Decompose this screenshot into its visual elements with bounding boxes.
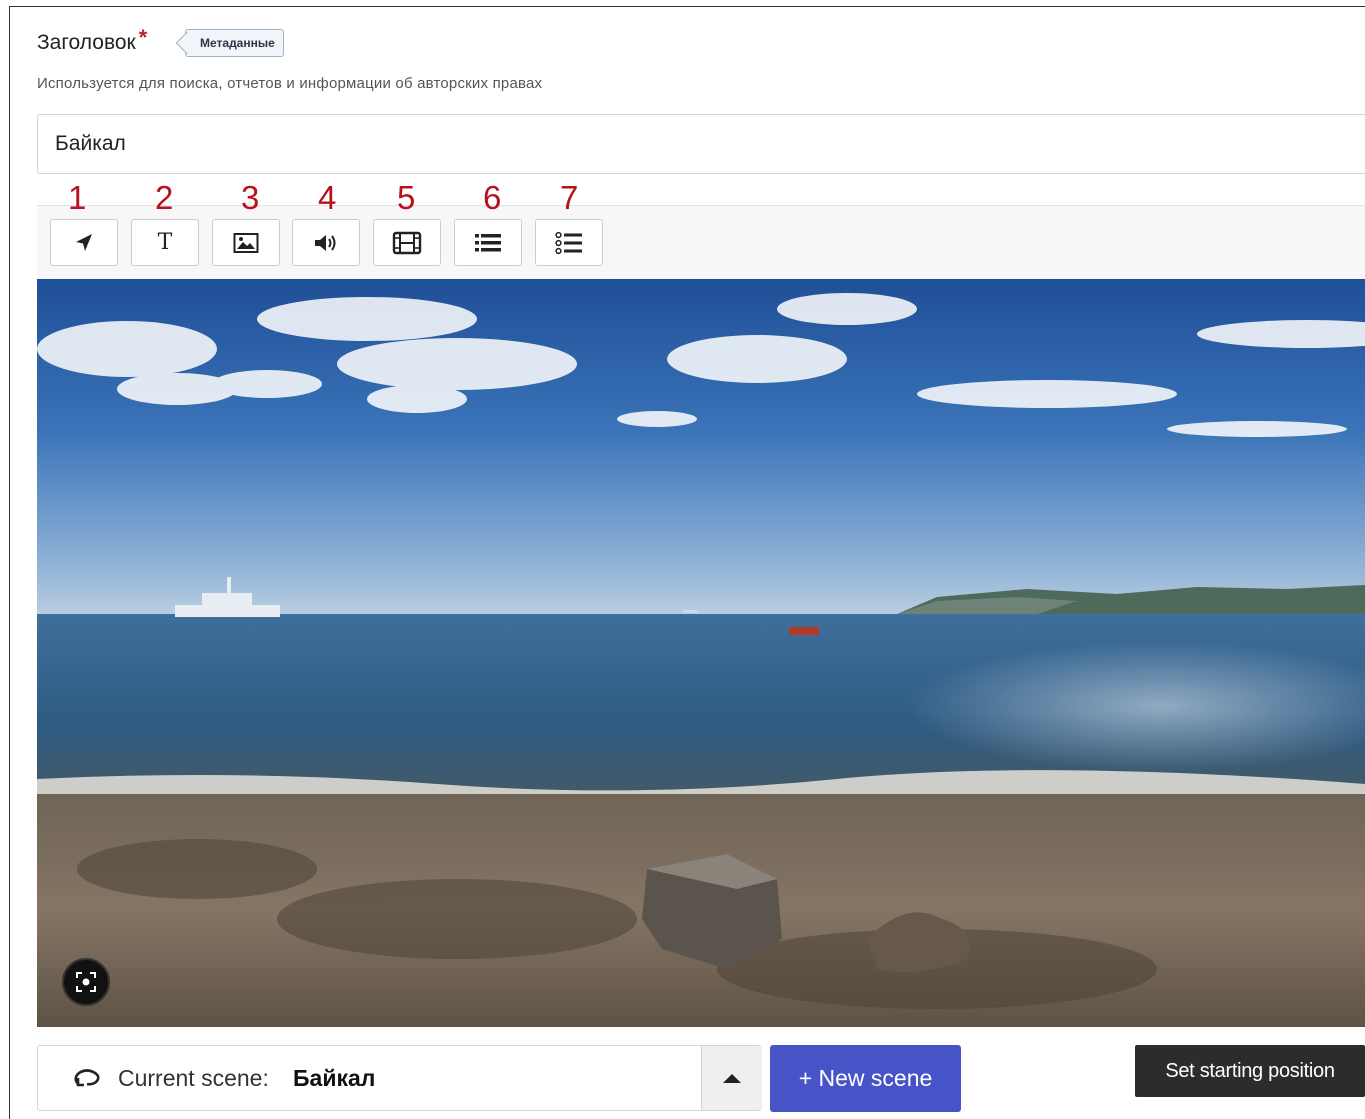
caret-up-icon xyxy=(723,1074,741,1083)
video-icon xyxy=(392,231,422,254)
add-numbered-list-hotspot-button[interactable] xyxy=(535,219,603,266)
current-scene-name: Байкал xyxy=(293,1065,376,1091)
annotation-number-1: 1 xyxy=(68,179,87,216)
image-icon xyxy=(233,232,259,253)
focus-icon xyxy=(76,972,96,992)
current-scene-label: Current scene: xyxy=(118,1065,269,1091)
annotation-number-4: 4 xyxy=(318,179,337,216)
navigation-arrow-icon xyxy=(76,233,92,251)
metadata-tag-label: Метаданные xyxy=(200,36,275,50)
add-image-hotspot-button[interactable] xyxy=(212,219,280,266)
panorama-viewer[interactable] xyxy=(37,279,1365,1027)
text-icon: T xyxy=(157,230,173,255)
add-audio-hotspot-button[interactable] xyxy=(292,219,360,266)
metadata-tag: Метаданные xyxy=(185,29,284,57)
recenter-view-button[interactable] xyxy=(62,958,110,1006)
title-help-text: Используется для поиска, отчетов и инфор… xyxy=(37,75,543,92)
annotation-number-5: 5 xyxy=(397,179,416,216)
title-input[interactable] xyxy=(37,114,1365,174)
add-text-hotspot-button[interactable]: T xyxy=(131,219,199,266)
new-scene-button[interactable]: + New scene xyxy=(770,1045,961,1112)
panorama-image xyxy=(37,279,1365,1027)
numbered-list-icon xyxy=(555,231,582,254)
audio-icon xyxy=(315,234,336,251)
annotation-number-6: 6 xyxy=(483,179,502,216)
annotation-number-7: 7 xyxy=(560,179,579,216)
scene-list-toggle[interactable] xyxy=(701,1046,762,1110)
title-label-text: Заголовок xyxy=(37,31,136,54)
list-icon xyxy=(475,233,501,251)
scene-loop-icon xyxy=(74,1069,100,1087)
add-list-hotspot-button[interactable] xyxy=(454,219,522,266)
set-starting-position-button[interactable]: Set starting position xyxy=(1135,1045,1365,1097)
title-field-label: Заголовок * xyxy=(37,25,148,55)
add-navigation-hotspot-button[interactable] xyxy=(50,219,118,266)
annotation-number-3: 3 xyxy=(241,179,260,216)
current-scene-selector[interactable]: Current scene: Байкал xyxy=(37,1045,762,1111)
required-marker: * xyxy=(138,25,148,50)
add-video-hotspot-button[interactable] xyxy=(373,219,441,266)
annotation-number-2: 2 xyxy=(155,179,174,216)
